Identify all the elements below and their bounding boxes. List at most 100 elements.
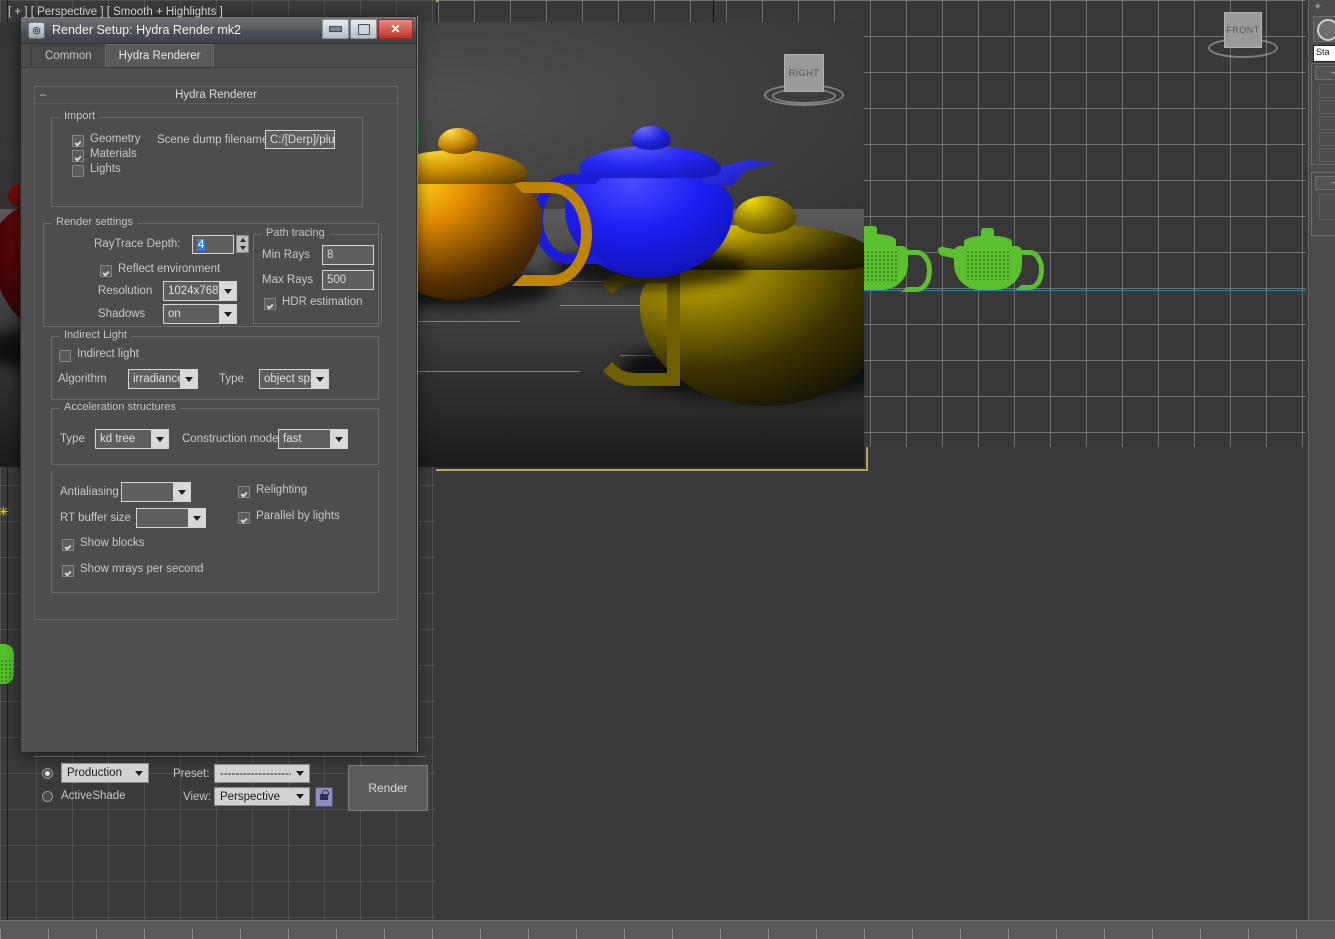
view-cube-face-label[interactable]: FRONT	[1224, 12, 1262, 48]
geometry-checkbox[interactable]	[72, 135, 84, 147]
view-lock-button[interactable]	[315, 787, 333, 807]
rollout-field[interactable]	[1319, 116, 1335, 130]
object-name-field[interactable]: Sta	[1313, 45, 1335, 62]
shadows-label: Shadows	[98, 308, 145, 320]
panel-tab-icon[interactable]: ✦	[1313, 0, 1325, 10]
view-cube-right[interactable]: RIGHT	[770, 50, 834, 106]
preset-value: -------------------	[215, 768, 291, 780]
light-gizmo[interactable]: ✳	[0, 504, 14, 520]
algorithm-label: Algorithm	[58, 373, 107, 385]
indirect-light-group: Indirect Light Indirect light Algorithm …	[51, 336, 379, 400]
rollout-collapse-icon[interactable]: –	[40, 87, 46, 103]
resolution-label: Resolution	[98, 285, 152, 297]
dialog-body: – Hydra Renderer Import Geometry Materia…	[21, 68, 416, 752]
raytrace-depth-input[interactable]: 4	[192, 235, 234, 254]
preset-dropdown[interactable]: -------------------	[214, 764, 310, 783]
activeshade-label: ActiveShade	[61, 790, 126, 802]
scene-dump-filename-label: Scene dump filename	[157, 134, 268, 146]
minimize-button[interactable]	[322, 19, 349, 39]
rollout-field[interactable]	[1319, 132, 1335, 146]
production-radio[interactable]	[42, 768, 53, 779]
chevron-down-icon[interactable]	[330, 430, 347, 448]
indirect-type-label: Type	[219, 373, 244, 385]
view-cube-face-label[interactable]: RIGHT	[784, 54, 824, 92]
materials-checkbox[interactable]	[72, 150, 84, 162]
rollout-header[interactable]: – Hydra Renderer	[35, 87, 397, 104]
min-rays-input[interactable]: 8	[322, 245, 374, 265]
parallel-by-lights-checkbox[interactable]	[238, 512, 250, 524]
view-value: Perspective	[215, 791, 291, 803]
chevron-down-icon[interactable]	[219, 282, 236, 300]
render-settings-caption: Render settings	[52, 216, 137, 228]
resolution-dropdown[interactable]: 1024x768	[163, 281, 237, 301]
render-mode-dropdown[interactable]: Production	[61, 763, 149, 783]
tab-common[interactable]: Common	[31, 45, 106, 67]
teapot-wireframe-3[interactable]	[940, 218, 1048, 292]
activeshade-radio[interactable]	[42, 791, 53, 802]
rollout-field[interactable]	[1319, 194, 1335, 220]
close-icon: ✕	[390, 23, 400, 35]
tab-hydra-renderer[interactable]: Hydra Renderer	[105, 44, 215, 67]
dialog-tabs[interactable]: Common Hydra Renderer	[21, 44, 416, 68]
accel-type-value: kd tree	[96, 433, 151, 445]
relighting-checkbox[interactable]	[238, 486, 250, 498]
chevron-down-icon[interactable]	[311, 370, 328, 388]
import-group: Import Geometry Materials Lights Scene d…	[51, 117, 363, 207]
rollout-collapse-2[interactable]: –	[1315, 176, 1335, 190]
rt-buffer-size-dropdown[interactable]	[136, 508, 206, 528]
path-tracing-caption: Path tracing	[262, 227, 329, 239]
rt-buffer-size-label: RT buffer size	[60, 512, 131, 524]
geometry-label: Geometry	[90, 133, 141, 145]
show-mrays-label: Show mrays per second	[80, 563, 203, 575]
dialog-title-bar[interactable]: ◎ Render Setup: Hydra Render mk2 ✕	[21, 17, 416, 44]
reflect-environment-checkbox[interactable]	[100, 265, 112, 277]
viewport-label[interactable]: [ + ] [ Perspective ] [ Smooth + Highlig…	[8, 6, 223, 18]
chevron-down-icon[interactable]	[291, 794, 309, 799]
accel-type-dropdown[interactable]: kd tree	[95, 429, 169, 449]
rollout-field[interactable]	[1319, 84, 1335, 98]
command-panel[interactable]: ✦ Sta – –	[1308, 0, 1335, 920]
resolution-value: 1024x768	[164, 285, 219, 297]
lights-checkbox[interactable]	[72, 165, 84, 177]
view-cube-front[interactable]: FRONT	[1212, 8, 1272, 60]
hydra-renderer-rollout[interactable]: – Hydra Renderer Import Geometry Materia…	[34, 86, 398, 620]
lights-label: Lights	[90, 163, 121, 175]
chevron-down-icon[interactable]	[130, 771, 148, 776]
chevron-down-icon[interactable]	[151, 430, 168, 448]
wireframe-mesh-dots	[0, 659, 14, 687]
chevron-down-icon[interactable]	[173, 483, 190, 501]
maximize-button[interactable]	[350, 19, 377, 39]
close-button[interactable]: ✕	[378, 19, 413, 39]
algorithm-dropdown[interactable]: irradiance	[128, 369, 198, 389]
chevron-down-icon[interactable]	[219, 305, 236, 323]
rollout-field[interactable]	[1319, 148, 1335, 162]
hdr-estimation-checkbox[interactable]	[264, 298, 276, 310]
dialog-title: Render Setup: Hydra Render mk2	[52, 23, 241, 37]
indirect-type-dropdown[interactable]: object spa	[259, 369, 329, 389]
rollout-collapse-1[interactable]: –	[1315, 66, 1335, 80]
antialiasing-dropdown[interactable]	[121, 482, 191, 502]
maximize-icon	[358, 24, 370, 35]
shadows-dropdown[interactable]: on	[163, 304, 237, 324]
antialiasing-label: Antialiasing	[60, 486, 119, 498]
window-buttons[interactable]: ✕	[322, 19, 413, 39]
misc-settings-group: Antialiasing RT buffer size Relighting P…	[51, 470, 379, 593]
chevron-down-icon[interactable]	[188, 509, 205, 527]
preset-label: Preset:	[173, 768, 209, 780]
construction-mode-label: Construction mode	[182, 433, 279, 445]
path-tracing-group: Path tracing Min Rays 8 Max Rays 500 HDR…	[253, 234, 382, 324]
max-rays-input[interactable]: 500	[322, 270, 374, 290]
construction-mode-dropdown[interactable]: fast	[278, 429, 348, 449]
rollout-field[interactable]	[1319, 100, 1335, 114]
view-dropdown[interactable]: Perspective	[214, 787, 310, 806]
show-blocks-checkbox[interactable]	[62, 539, 74, 551]
indirect-light-checkbox[interactable]	[59, 350, 71, 362]
accel-type-label: Type	[60, 433, 85, 445]
raytrace-depth-spinner[interactable]	[236, 235, 249, 253]
scene-dump-filename-input[interactable]: C:/[Derp]/plu	[265, 130, 335, 149]
render-setup-dialog[interactable]: ◎ Render Setup: Hydra Render mk2 ✕ Commo…	[20, 16, 417, 752]
show-mrays-checkbox[interactable]	[62, 565, 74, 577]
chevron-down-icon[interactable]	[291, 771, 309, 776]
chevron-down-icon[interactable]	[180, 370, 197, 388]
render-button[interactable]: Render	[348, 765, 428, 811]
